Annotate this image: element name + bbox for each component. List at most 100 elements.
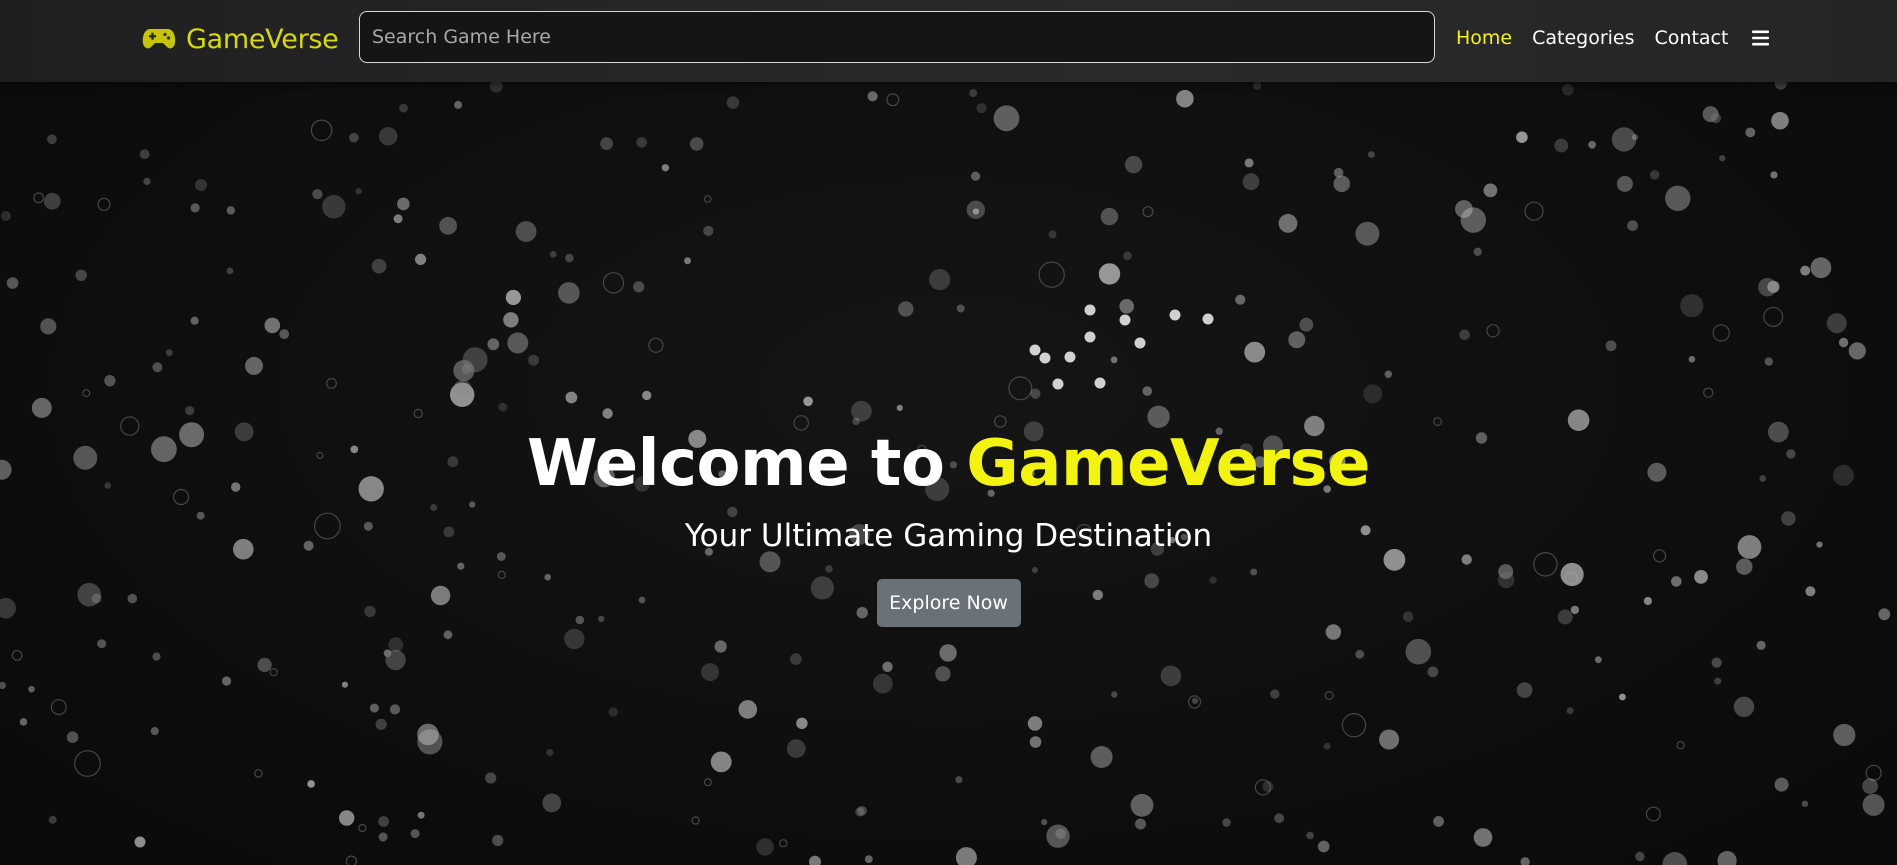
bubble xyxy=(786,739,806,758)
bubble xyxy=(1355,221,1380,246)
bubble xyxy=(40,318,57,335)
bubble xyxy=(1848,342,1866,360)
bubble xyxy=(104,375,116,387)
bubble xyxy=(28,685,35,693)
bubble xyxy=(1665,185,1691,211)
bubble xyxy=(150,727,159,736)
bubble xyxy=(1090,746,1113,768)
nav-link-home[interactable]: Home xyxy=(1456,27,1512,49)
bubble xyxy=(1041,819,1048,826)
bubble xyxy=(1222,818,1231,827)
bubble xyxy=(929,269,951,291)
bubble xyxy=(190,203,200,213)
bubble xyxy=(602,272,625,294)
bubble xyxy=(355,188,362,195)
bubble xyxy=(1764,357,1774,366)
bubble xyxy=(1191,697,1199,705)
brand[interactable]: GameVerse xyxy=(142,19,339,59)
bubble xyxy=(1039,352,1051,364)
bubble xyxy=(1333,167,1344,178)
bubble xyxy=(1520,857,1530,865)
bubble xyxy=(1176,89,1194,108)
bubble xyxy=(487,338,500,351)
bubble xyxy=(97,639,107,649)
bubble xyxy=(993,105,1020,132)
bubble xyxy=(1029,736,1042,748)
bubble xyxy=(1616,175,1633,192)
bubble xyxy=(1562,84,1574,96)
bubble xyxy=(935,666,951,682)
bubble xyxy=(1483,183,1498,198)
bubble xyxy=(1288,331,1306,349)
bubble xyxy=(139,149,150,160)
bubble xyxy=(269,668,278,677)
bubble xyxy=(264,317,281,334)
bubble xyxy=(549,250,557,258)
hamburger-menu-icon[interactable] xyxy=(1752,29,1770,47)
bubble xyxy=(222,676,232,686)
bubble xyxy=(564,628,585,650)
bubble xyxy=(1405,638,1432,665)
bubble xyxy=(1270,689,1280,699)
bubble xyxy=(393,214,403,224)
bubble xyxy=(498,402,508,412)
bubble xyxy=(1244,158,1254,168)
bubble xyxy=(143,177,151,185)
bubble xyxy=(1317,840,1330,853)
bubble xyxy=(1027,716,1043,731)
bubble xyxy=(1119,314,1131,326)
bubble xyxy=(1029,344,1041,356)
bubble xyxy=(558,282,580,304)
search-input[interactable] xyxy=(359,11,1435,63)
bubble xyxy=(1524,201,1544,221)
bubble xyxy=(339,810,355,826)
bubble xyxy=(399,103,408,113)
bubble xyxy=(939,644,957,662)
bubble xyxy=(542,793,562,813)
bubble xyxy=(1688,355,1696,363)
bubble xyxy=(453,379,472,398)
bubble xyxy=(701,663,720,682)
bubble xyxy=(956,304,965,313)
bubble xyxy=(378,127,398,146)
bubble xyxy=(1763,306,1784,327)
bubble xyxy=(505,289,521,306)
bubble xyxy=(378,816,389,827)
bubble xyxy=(1631,134,1639,141)
bubble xyxy=(1244,341,1266,363)
bubble xyxy=(1046,824,1070,848)
bubble xyxy=(1094,377,1106,389)
bubble xyxy=(898,301,914,317)
bubble xyxy=(756,838,774,856)
bubble xyxy=(1605,340,1617,352)
bubble xyxy=(1635,851,1645,862)
explore-now-button[interactable]: Explore Now xyxy=(876,579,1021,627)
bubble xyxy=(152,362,163,373)
bubble xyxy=(1064,351,1076,363)
bubble xyxy=(389,704,401,715)
bubble xyxy=(976,103,987,114)
bubble xyxy=(1588,140,1596,149)
bubble xyxy=(608,707,618,717)
bubble xyxy=(31,397,52,418)
hero-title: Welcome to GameVerse xyxy=(0,420,1897,508)
bubble xyxy=(779,839,788,848)
bubble xyxy=(1111,691,1118,698)
bubble xyxy=(1662,852,1688,865)
bubble xyxy=(1649,170,1660,180)
bubble xyxy=(714,640,727,653)
nav-link-categories[interactable]: Categories xyxy=(1532,27,1634,49)
bubble xyxy=(703,195,712,203)
bubble xyxy=(310,119,333,142)
nav-link-contact[interactable]: Contact xyxy=(1655,27,1729,49)
bubble xyxy=(1084,331,1096,343)
bubble xyxy=(872,673,893,694)
bubble xyxy=(790,653,802,665)
bubble xyxy=(6,277,19,289)
bubble xyxy=(19,718,28,726)
bubble xyxy=(1433,816,1444,827)
bubble xyxy=(867,91,878,102)
bubble xyxy=(1486,324,1500,338)
bubble xyxy=(857,806,867,816)
bubble xyxy=(864,855,873,864)
